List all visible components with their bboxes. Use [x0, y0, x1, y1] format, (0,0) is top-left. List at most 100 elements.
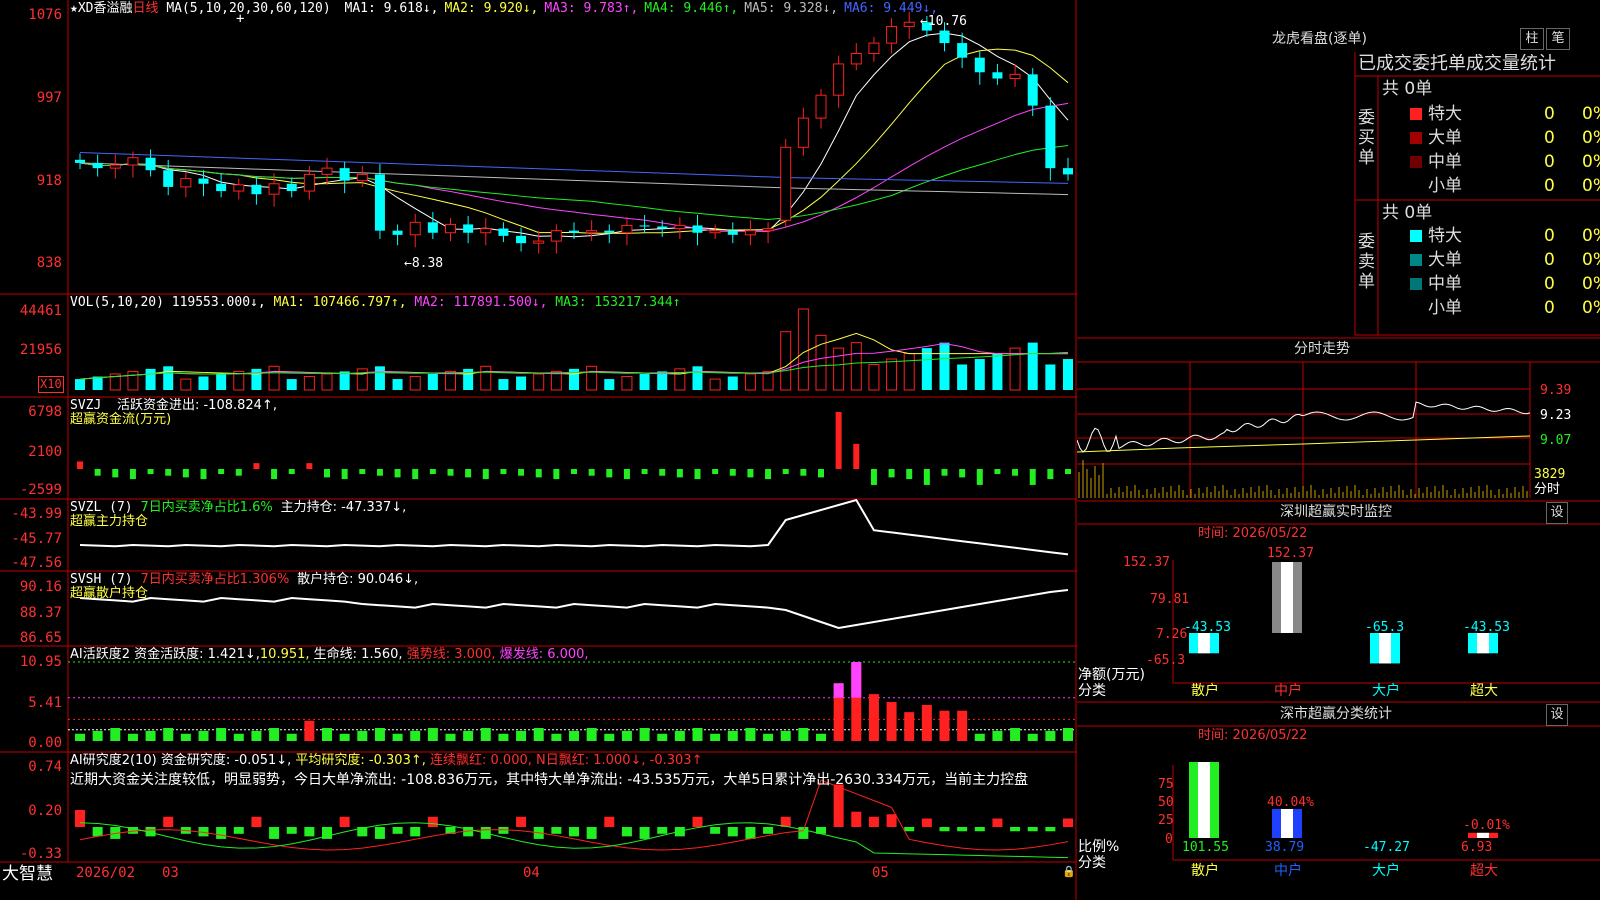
- ai1-bar: [886, 702, 897, 741]
- color-swatch-icon: [1410, 132, 1422, 144]
- svzj-bar: [465, 469, 472, 478]
- ai2-bar: [657, 827, 668, 834]
- order-row-count: 0: [1544, 226, 1555, 246]
- ai1-bar: [533, 728, 544, 741]
- lhb-title: 龙虎看盘(逐单): [1272, 31, 1367, 47]
- ai1-bar-top: [851, 662, 862, 698]
- ai1-bar: [798, 728, 809, 741]
- main-header: ★XD香溢融日线 MA(5,10,20,30,60,120) MA1: 9.61…: [70, 1, 938, 16]
- candle: [145, 157, 156, 171]
- vol-bar: [886, 358, 898, 391]
- ai2-summary: 近期大资金关注度较低，明显弱势，今日大单净流出: -108.836万元，其中特大…: [70, 772, 1029, 788]
- sz-tick-1: 152.37: [1123, 555, 1170, 570]
- cls-value-0: 101.55: [1182, 840, 1229, 855]
- ai2-d5: -0.303↑: [649, 753, 703, 768]
- sz-settings-button[interactable]: 设: [1546, 502, 1568, 524]
- vol-bar: [392, 379, 403, 390]
- order-row-count: 0: [1544, 250, 1555, 270]
- cls-ylabel: 比例%: [1078, 839, 1120, 855]
- candle: [427, 222, 438, 233]
- candle: [303, 173, 315, 192]
- svzl-tick-mid: -45.77: [11, 531, 62, 547]
- fs-label: 分时: [1534, 482, 1561, 497]
- svzj-bar: [235, 469, 242, 476]
- order-stats-title: 已成交委托单成交量统计: [1358, 54, 1556, 74]
- stock-name[interactable]: ★XD香溢融: [70, 1, 132, 16]
- period-label[interactable]: 日线: [132, 1, 158, 16]
- vol-bar: [321, 373, 333, 391]
- candle: [75, 159, 85, 163]
- vol-bar: [1027, 342, 1038, 390]
- ai1-bar: [463, 730, 474, 741]
- svsh-caption: 超赢散户持仓: [70, 586, 149, 601]
- ai2-d3: 连续飘红: 0.000,: [430, 753, 532, 768]
- vol-bar: [692, 366, 703, 390]
- candle: [621, 224, 633, 234]
- bar-mode-button[interactable]: 柱: [1520, 28, 1544, 50]
- ai2-bar: [516, 816, 527, 827]
- svzj-bar: [182, 469, 189, 478]
- svzj-bar: [623, 469, 630, 480]
- cls-settings-button[interactable]: 设: [1546, 704, 1568, 726]
- vol-bar: [639, 373, 650, 390]
- svzj-bar: [782, 469, 789, 475]
- vol-bar: [1045, 364, 1056, 390]
- ai1-bar: [180, 733, 191, 741]
- ai1-bar: [427, 728, 438, 741]
- ai2-d4: N日飘红: 1.000↓,: [536, 753, 646, 768]
- candle: [409, 221, 421, 236]
- lock-icon[interactable]: 🔒: [1062, 864, 1076, 879]
- svsh-name: SVSH (7): [70, 572, 133, 587]
- order-row-pct: 0%: [1582, 176, 1600, 196]
- ai2-name: AI研究度2(10): [70, 753, 157, 768]
- ai1-bar: [816, 733, 826, 741]
- ai2-bar: [569, 827, 579, 837]
- ai2-bar: [427, 816, 438, 827]
- vol-bar: [427, 373, 438, 390]
- ai2-bar: [604, 816, 615, 827]
- sz-bar-highlight: [1281, 562, 1293, 633]
- vol-bar: [868, 363, 880, 391]
- candle: [216, 183, 227, 192]
- ai1-bar: [304, 720, 315, 741]
- svzl-header: SVZL (7) 7日内买卖净占比1.6% 主力持仓: -47.337↓,: [70, 500, 406, 515]
- x-label-mar: 03: [162, 865, 179, 881]
- svzj-bar: [606, 469, 613, 478]
- vol-tick-44461: 44461: [19, 303, 62, 319]
- order-row-name: 特大: [1428, 104, 1462, 124]
- ai2-bar: [1027, 827, 1038, 832]
- candle: [163, 170, 174, 187]
- color-swatch-icon: [1410, 156, 1422, 168]
- svsh-tick-bot: 86.65: [19, 630, 62, 646]
- y-tick-997: 997: [36, 90, 62, 106]
- vol-bar: [974, 359, 985, 390]
- tick-mode-button[interactable]: 笔: [1546, 28, 1570, 50]
- cls-bar-label-1: 40.04%: [1267, 795, 1314, 810]
- svzj-bar: [500, 469, 507, 475]
- order-row-count: 0: [1544, 104, 1555, 124]
- svzj-bar: [218, 469, 225, 475]
- ai1-tick-mid: 5.41: [28, 695, 62, 711]
- ai1-bar: [339, 733, 350, 741]
- svzj-tick-mid: 2100: [28, 444, 62, 460]
- ai1-bar: [75, 733, 85, 741]
- svzj-bar: [165, 469, 172, 476]
- svzl-desc2: 主力持仓: -47.337↓,: [280, 500, 407, 515]
- svzj-tick-top: 6798: [28, 404, 62, 420]
- svzj-caption: 超赢资金流(万元): [70, 412, 172, 427]
- order-row-sell-rows-2: 中单 0 0%: [1410, 272, 1600, 296]
- ai2-bar: [763, 827, 774, 834]
- svzj-bar: [271, 469, 278, 480]
- candle: [463, 224, 474, 233]
- vol-unit-badge[interactable]: X10: [38, 376, 64, 393]
- svzl-tick-top: -43.99: [11, 506, 62, 522]
- svzj-bar: [112, 469, 119, 478]
- vol-ma2: MA2: 117891.500↓,: [414, 295, 548, 310]
- sz-time: 时间: 2026/05/22: [1198, 526, 1308, 541]
- order-row-name: 特大: [1428, 226, 1462, 246]
- svzj-bar: [200, 469, 207, 480]
- candle: [780, 146, 792, 221]
- sz-ylabel-cat: 分类: [1078, 683, 1106, 699]
- vol-bar: [744, 373, 756, 391]
- ai2-bar: [75, 809, 85, 827]
